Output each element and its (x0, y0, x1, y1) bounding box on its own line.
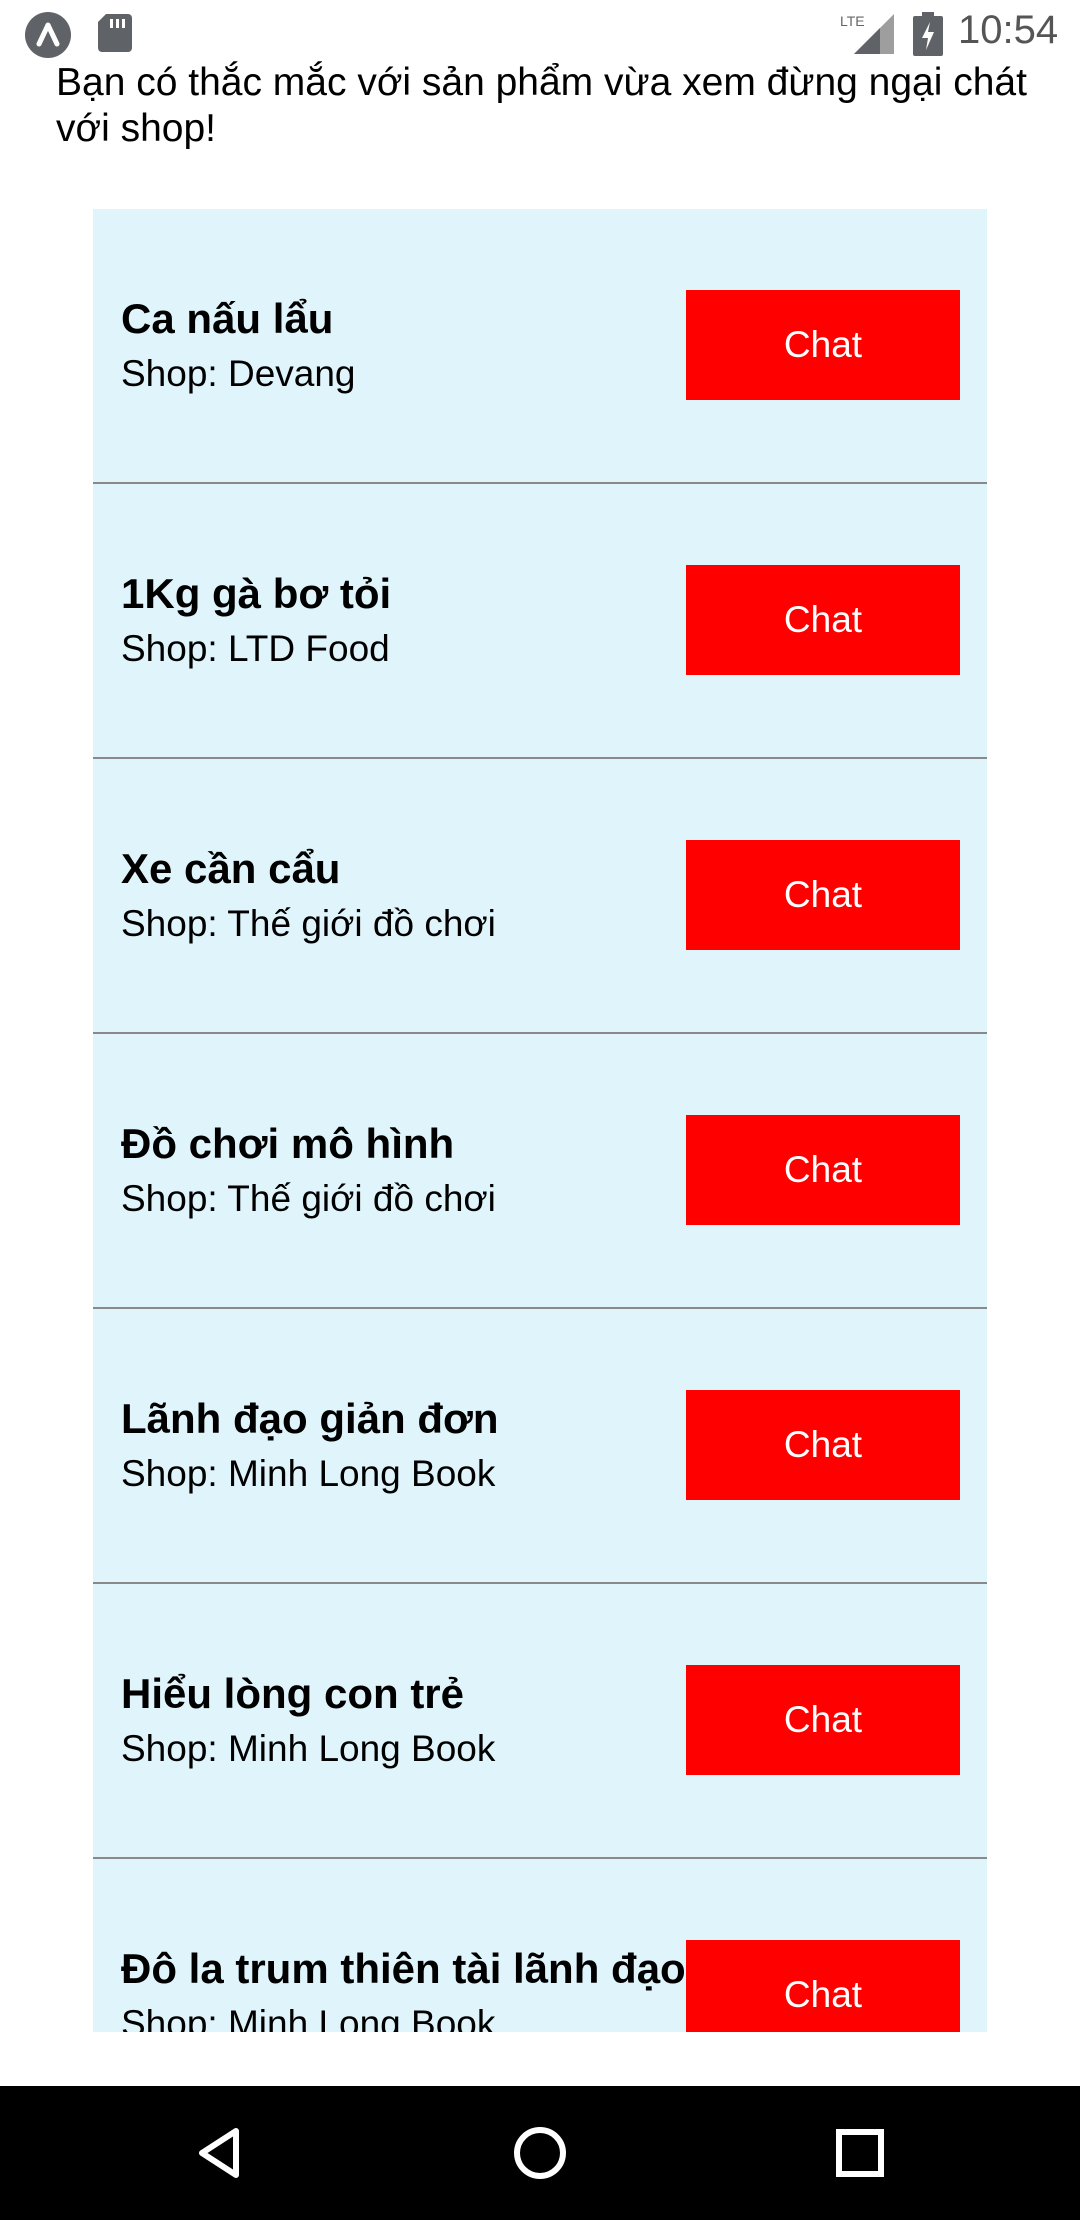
product-name: Hiểu lòng con trẻ (121, 1670, 465, 1717)
product-name: Đồ chơi mô hình (121, 1120, 455, 1167)
list-item: Lãnh đạo giản đơn Shop: Minh Long Book C… (93, 1309, 987, 1584)
chat-button[interactable]: Chat (686, 1390, 960, 1500)
intro-text: Bạn có thắc mắc với sản phẩm vừa xem đừn… (56, 61, 1027, 150)
chat-button[interactable]: Chat (686, 840, 960, 950)
recents-icon[interactable] (815, 2108, 905, 2198)
home-icon[interactable] (495, 2108, 585, 2198)
product-name: Lãnh đạo giản đơn (121, 1395, 499, 1442)
product-name: Đô la trum thiên tài lãnh đạo (121, 1945, 686, 1992)
shop-name: Shop: Thế giới đồ chơi (121, 903, 496, 944)
chat-button[interactable]: Chat (686, 565, 960, 675)
status-time: 10:54 (958, 8, 1059, 52)
shop-name: Shop: Thế giới đồ chơi (121, 1178, 496, 1219)
app-icon (25, 12, 71, 58)
product-chat-list[interactable]: Ca nấu lẩu Shop: Devang Chat 1Kg gà bơ t… (93, 209, 987, 2032)
signal-icon: LTE (840, 12, 894, 54)
product-name: Xe cần cẩu (121, 845, 341, 892)
sd-card-icon (98, 14, 132, 52)
list-item: Hiểu lòng con trẻ Shop: Minh Long Book C… (93, 1584, 987, 1859)
chat-button[interactable]: Chat (686, 290, 960, 400)
shop-name: Shop: Minh Long Book (121, 1453, 496, 1494)
list-item: Đồ chơi mô hình Shop: Thế giới đồ chơi C… (93, 1034, 987, 1309)
chat-button[interactable]: Chat (686, 1940, 960, 2032)
shop-name: Shop: Minh Long Book (121, 1728, 496, 1769)
chat-button[interactable]: Chat (686, 1665, 960, 1775)
product-name: 1Kg gà bơ tỏi (121, 570, 392, 617)
status-bar: LTE 10:54 (0, 0, 1080, 66)
chat-button[interactable]: Chat (686, 1115, 960, 1225)
shop-name: Shop: Minh Long Book (121, 2003, 496, 2032)
network-type-label: LTE (840, 13, 865, 29)
navigation-bar (0, 2086, 1080, 2220)
shop-name: Shop: Devang (121, 353, 356, 394)
back-icon[interactable] (175, 2108, 265, 2198)
list-item: Ca nấu lẩu Shop: Devang Chat (93, 209, 987, 484)
shop-name: Shop: LTD Food (121, 628, 390, 669)
list-item: 1Kg gà bơ tỏi Shop: LTD Food Chat (93, 484, 987, 759)
list-item: Đô la trum thiên tài lãnh đạo Shop: Minh… (93, 1859, 987, 2032)
battery-charging-icon (913, 12, 943, 56)
list-item: Xe cần cẩu Shop: Thế giới đồ chơi Chat (93, 759, 987, 1034)
product-name: Ca nấu lẩu (121, 295, 334, 342)
